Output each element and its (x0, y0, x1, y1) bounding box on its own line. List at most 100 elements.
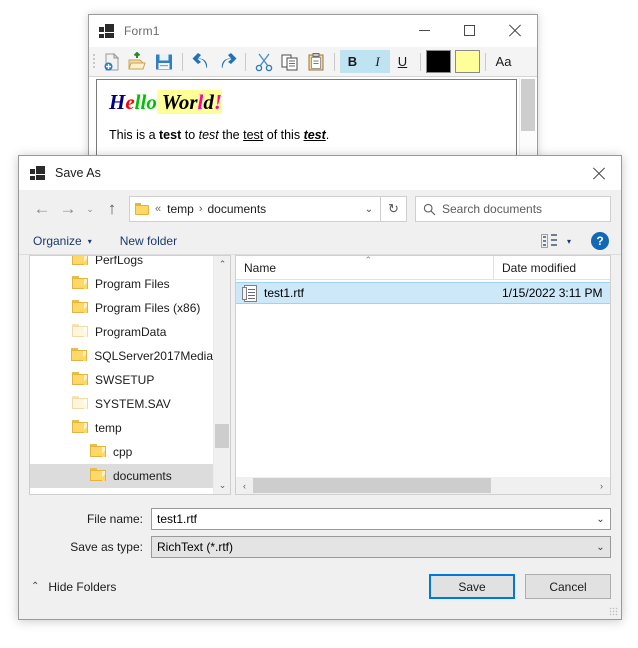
undo-arrow-icon (192, 52, 207, 68)
list-item[interactable]: SWSETUP (30, 368, 213, 392)
scroll-down-icon[interactable]: ⌄ (214, 477, 230, 494)
list-item[interactable]: SQLServer2017Media (30, 344, 213, 368)
toolbar-grip[interactable] (91, 52, 97, 72)
body-run: test (159, 128, 182, 142)
close-icon (592, 167, 605, 180)
scroll-right-icon[interactable]: › (593, 477, 610, 494)
organize-button[interactable]: Organize ▾ (27, 230, 98, 252)
folder-label: SQLServer2017Media (94, 349, 213, 363)
file-list-horizontal-scrollbar[interactable]: ‹ › (236, 477, 610, 494)
search-box[interactable]: Search documents (415, 196, 611, 222)
new-folder-button[interactable]: New folder (114, 230, 183, 252)
scrollbar-track[interactable] (253, 477, 593, 494)
folder-label: SYSTEM.SAV (95, 397, 171, 411)
open-folder-button[interactable] (125, 49, 151, 75)
minimize-icon (419, 29, 430, 31)
scrollbar-thumb[interactable] (253, 478, 491, 493)
recent-locations-button[interactable]: ⌄ (81, 196, 99, 222)
list-item[interactable]: SYSTEM.SAV (30, 392, 213, 416)
help-button[interactable]: ? (591, 232, 609, 250)
save-button[interactable]: Save (429, 574, 515, 599)
toolbar-separator (485, 52, 486, 71)
file-name-cell: test1.rtf (264, 286, 305, 300)
minimize-button[interactable] (402, 15, 447, 46)
search-input-placeholder[interactable]: Search documents (442, 202, 542, 216)
body-run: to (181, 128, 199, 142)
document-heading: Hello World! (109, 90, 223, 115)
dialog-close-button[interactable] (575, 157, 621, 190)
document-body: This is a test to test the test of this … (109, 128, 329, 142)
close-button[interactable] (492, 15, 537, 46)
file-list-pane[interactable]: Name ⌃ Date modified test1.rtf 1/15/2022… (235, 255, 611, 495)
body-run: . (325, 128, 330, 142)
search-icon (416, 197, 442, 221)
folder-label: Program Files (x86) (95, 301, 201, 315)
tree-vertical-scrollbar[interactable]: ⌃ ⌄ (213, 256, 230, 494)
address-bar[interactable]: « temp › documents ⌄ (129, 196, 381, 222)
heading-run: e (125, 90, 135, 114)
list-item[interactable]: Program Files (30, 272, 213, 296)
folder-tree-pane[interactable]: PerfLogs Program Files Program Files (x86)… (29, 255, 231, 495)
save-button[interactable] (151, 49, 177, 75)
underline-button[interactable]: U (390, 50, 415, 73)
copy-button[interactable] (277, 49, 303, 75)
view-mode-icon[interactable] (541, 234, 559, 248)
cut-button[interactable] (251, 49, 277, 75)
scroll-left-icon[interactable]: ‹ (236, 477, 253, 494)
paste-button[interactable] (303, 49, 329, 75)
toolbar-separator (334, 52, 335, 71)
font-button[interactable]: Aa (491, 50, 516, 73)
rtf-file-icon (242, 284, 258, 302)
resize-grip[interactable] (609, 607, 618, 616)
refresh-button[interactable]: ↻ (381, 196, 407, 222)
background-color-swatch[interactable] (455, 50, 480, 73)
scroll-up-icon[interactable]: ⌃ (214, 256, 230, 273)
foreground-color-swatch[interactable] (426, 50, 451, 73)
chevron-down-icon[interactable]: ⌄ (591, 514, 610, 525)
folder-icon (72, 300, 88, 316)
chevron-down-icon: ▾ (87, 236, 92, 246)
list-item[interactable]: PerfLogs (30, 255, 213, 272)
bold-button[interactable]: B (340, 50, 365, 73)
chevron-down-icon[interactable]: ⌄ (591, 542, 610, 553)
scrollbar-thumb[interactable] (521, 79, 535, 131)
open-folder-icon (128, 51, 146, 69)
cancel-button[interactable]: Cancel (525, 574, 611, 599)
body-run: test (303, 128, 326, 142)
back-button[interactable]: ← (29, 196, 55, 222)
form1-titlebar[interactable]: Form1 (89, 15, 537, 47)
column-header-name[interactable]: Name ⌃ (236, 256, 494, 279)
save-as-type-select[interactable]: RichText (*.rtf) ⌄ (151, 536, 611, 558)
scrollbar-thumb[interactable] (215, 424, 229, 448)
file-name-input[interactable]: test1.rtf ⌄ (151, 508, 611, 530)
chevron-down-icon[interactable]: ▾ (559, 237, 579, 246)
save-as-type-label: Save as type: (70, 540, 143, 554)
italic-button[interactable]: I (365, 50, 390, 73)
maximize-icon (464, 24, 475, 36)
list-item[interactable]: Program Files (x86) (30, 296, 213, 320)
breadcrumb-documents[interactable]: documents (207, 202, 266, 216)
undo-button[interactable] (188, 49, 214, 75)
forward-button[interactable]: → (55, 196, 81, 222)
up-button[interactable]: ↑ (99, 196, 125, 222)
dialog-body: PerfLogs Program Files Program Files (x86)… (19, 255, 621, 495)
redo-button[interactable] (214, 49, 240, 75)
save-as-type-value: RichText (*.rtf) (157, 540, 234, 554)
list-item[interactable]: ProgramData (30, 320, 213, 344)
new-document-button[interactable] (99, 49, 125, 75)
column-header-date-modified[interactable]: Date modified (494, 256, 576, 279)
breadcrumb-temp[interactable]: temp (167, 202, 194, 216)
hide-folders-button[interactable]: ⌃ Hide Folders (31, 580, 116, 594)
chevron-down-icon[interactable]: ⌄ (358, 197, 380, 221)
maximize-button[interactable] (447, 15, 492, 46)
folder-tree-list: PerfLogs Program Files Program Files (x86)… (30, 255, 213, 488)
list-item[interactable]: temp (30, 416, 213, 440)
table-row[interactable]: test1.rtf 1/15/2022 3:11 PM (236, 282, 610, 304)
dialog-titlebar[interactable]: Save As (19, 156, 621, 190)
breadcrumb-root[interactable]: « (155, 203, 161, 215)
folder-label: PerfLogs (95, 255, 144, 267)
list-item[interactable]: cpp (30, 440, 213, 464)
list-item[interactable]: documents (30, 464, 213, 488)
folder-icon (135, 203, 149, 215)
dialog-fields: File name: test1.rtf ⌄ Save as type: Ric… (19, 495, 621, 558)
